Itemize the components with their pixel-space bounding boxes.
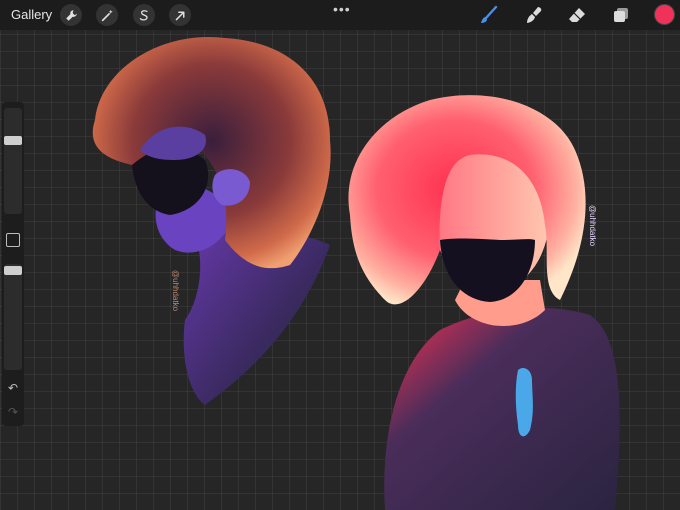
signature-left: @uhhdatko [171, 270, 180, 312]
layers-icon [614, 8, 628, 22]
more-options-button[interactable]: ••• [333, 1, 351, 17]
modify-button[interactable] [6, 233, 20, 247]
side-bar: ↶ ↷ [2, 102, 24, 426]
wrench-icon [65, 9, 77, 21]
magic-wand-icon [101, 9, 113, 21]
eraser-icon [569, 8, 585, 22]
left-figure [92, 36, 331, 405]
artwork [92, 36, 620, 510]
redo-button[interactable]: ↷ [6, 405, 20, 419]
layers-button[interactable] [611, 5, 631, 25]
transform-button[interactable] [169, 4, 191, 26]
right-figure [348, 95, 620, 510]
actions-button[interactable] [60, 4, 82, 26]
sunglasses [515, 368, 533, 437]
signature-right: @uhhdatko [588, 205, 597, 247]
transform-arrow-icon [175, 11, 184, 20]
brush-size-slider[interactable] [4, 108, 22, 214]
smudge-button[interactable] [524, 5, 544, 25]
undo-button[interactable]: ↶ [6, 381, 20, 395]
color-picker-button[interactable] [655, 5, 674, 24]
brush-button[interactable] [479, 5, 499, 25]
top-toolbar: Gallery ••• [0, 0, 680, 30]
selection-button[interactable] [133, 4, 155, 26]
smudge-icon [527, 7, 542, 23]
drawing-canvas[interactable]: @uhhdatko @uhhdatko [0, 0, 680, 510]
brush-icon [481, 5, 498, 23]
brush-size-thumb[interactable] [4, 136, 22, 145]
opacity-thumb[interactable] [4, 266, 22, 275]
opacity-slider[interactable] [4, 264, 22, 370]
adjustments-button[interactable] [96, 4, 118, 26]
gallery-button[interactable]: Gallery [11, 7, 52, 22]
selection-icon [139, 9, 148, 21]
eraser-button[interactable] [567, 5, 587, 25]
